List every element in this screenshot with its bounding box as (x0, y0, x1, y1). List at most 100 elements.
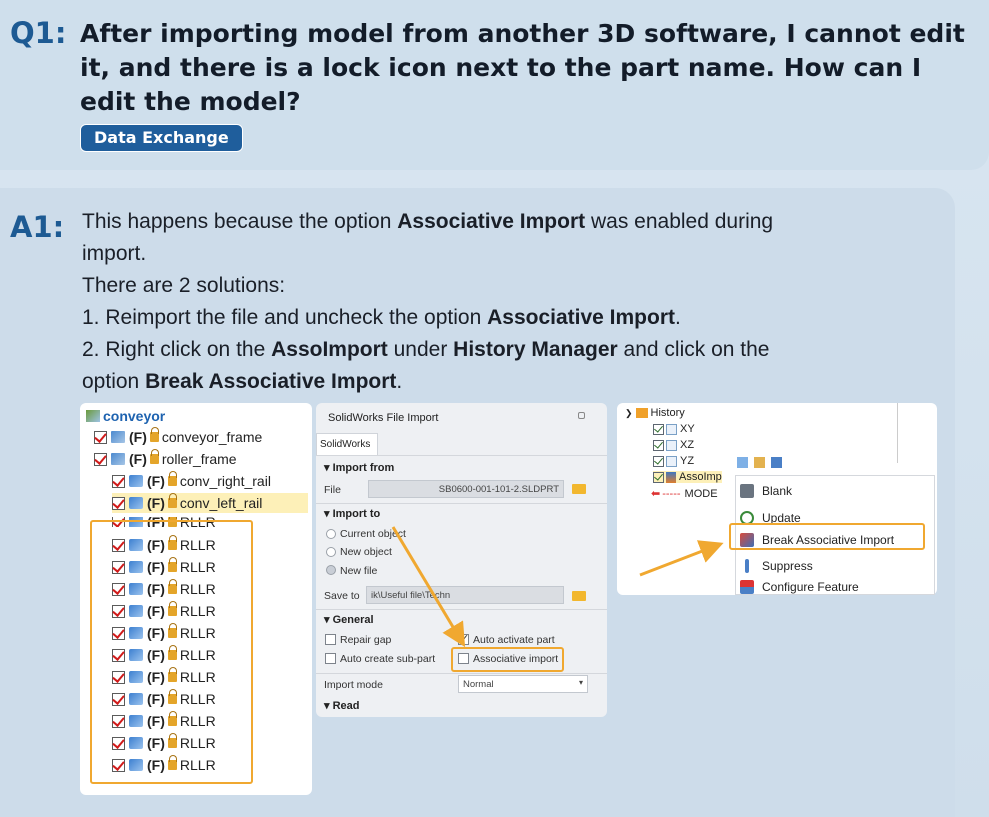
tree-item-label: conveyor_frame (161, 429, 263, 445)
file-field[interactable]: SB0600-001-101-2.SLDPRT (368, 480, 564, 498)
dialog-title: SolidWorks File Import (328, 412, 439, 424)
part-icon (129, 475, 143, 487)
checkbox-icon[interactable] (94, 452, 107, 466)
checkbox-icon[interactable] (94, 430, 107, 444)
section-read[interactable]: ▾ Read (324, 699, 359, 712)
menu-item-blank[interactable]: Blank (740, 484, 792, 498)
file-import-dialog: SolidWorks File Import SolidWorks ▾ Impo… (316, 403, 607, 717)
save-to-field[interactable]: ik\Useful file\Techn (366, 586, 564, 604)
radio-new-file[interactable] (326, 565, 336, 575)
question-label: Q1: (10, 16, 67, 50)
checkbox-auto-create-sub-part[interactable] (325, 653, 336, 664)
part-icon (129, 497, 143, 509)
import-mode-label: Import mode (324, 679, 383, 691)
toolbar-icons[interactable] (737, 457, 797, 473)
tree-item[interactable]: (F) conv_right_rail (112, 471, 271, 491)
configure-icon (740, 580, 754, 594)
checkbox-label: Auto activate part (473, 634, 555, 646)
checkbox-repair-gap[interactable] (325, 634, 336, 645)
divider (316, 673, 607, 674)
suppress-icon (745, 559, 749, 573)
radio-new-object[interactable] (326, 547, 336, 557)
answer-bold: Associative Import (397, 210, 586, 233)
flag-label: (F) (129, 429, 147, 445)
section-import-from[interactable]: ▾ Import from (324, 461, 394, 474)
tree-item-selected[interactable]: (F) conv_left_rail (112, 493, 308, 513)
history-root[interactable]: ❯ History (625, 407, 685, 419)
radio-label: Current object (340, 528, 406, 540)
answer-label: A1: (10, 210, 65, 244)
tool-icon[interactable] (754, 457, 765, 468)
plane-label: YZ (680, 455, 695, 467)
history-item-mode[interactable]: ⬅ ----- MODE (651, 487, 718, 501)
radio-label: New file (340, 565, 378, 577)
answer-text: was enabled during (585, 210, 774, 233)
dashed-line: ----- (662, 487, 681, 500)
plane-icon (666, 455, 677, 467)
history-item-plane[interactable]: YZ (653, 455, 694, 467)
select-value: Normal (463, 679, 494, 690)
tree-root[interactable]: conveyor (86, 408, 165, 424)
chevron-down-icon: ▾ (578, 678, 583, 687)
file-label: File (324, 484, 341, 496)
tab-solidworks[interactable]: SolidWorks (316, 433, 378, 455)
blank-icon (740, 484, 754, 498)
category-tag[interactable]: Data Exchange (80, 124, 243, 152)
checkbox-auto-activate[interactable]: ✓ (458, 633, 469, 645)
plane-icon (666, 423, 677, 435)
tree-root-label: conveyor (103, 408, 166, 424)
answer-line-1: This happens because the option Associat… (82, 210, 773, 234)
section-label: General (332, 614, 374, 626)
answer-bold: History Manager (453, 338, 618, 361)
answer-line-5: 2. Right click on the AssoImport under H… (82, 338, 769, 362)
answer-bold: Associative Import (487, 306, 675, 329)
tree-item-label: roller_frame (161, 451, 237, 467)
edit-icon[interactable] (737, 457, 748, 468)
tree-item[interactable]: (F) roller_frame (94, 449, 237, 469)
answer-text: under (387, 338, 454, 361)
history-folder-icon (635, 408, 648, 418)
flag-label: (F) (147, 495, 165, 511)
tree-item[interactable]: (F) conveyor_frame (94, 427, 262, 447)
answer-line-2: import. (82, 242, 147, 265)
answer-text: 2. Right click on the (82, 338, 272, 361)
answer-text: and click on the (617, 338, 770, 361)
tree-item-label: conv_left_rail (179, 495, 263, 511)
folder-icon[interactable] (572, 484, 586, 494)
checkbox-icon[interactable] (653, 439, 664, 451)
answer-line-4: 1. Reimport the file and uncheck the opt… (82, 306, 681, 330)
checkbox-icon[interactable] (112, 474, 125, 488)
answer-text: This happens because the option (82, 210, 398, 233)
highlight-box (729, 523, 925, 550)
menu-item-configure-feature[interactable]: Configure Feature (740, 580, 859, 594)
flag-label: (F) (129, 451, 147, 467)
section-label: Import from (332, 462, 395, 474)
section-general[interactable]: ▾ General (324, 613, 374, 626)
answer-line-3: There are 2 solutions: (82, 274, 286, 297)
plane-label: XY (680, 423, 695, 435)
answer-text: . (675, 306, 681, 329)
arrow-left-icon: ⬅ (651, 488, 661, 500)
history-item-plane[interactable]: XY (653, 423, 695, 435)
folder-icon[interactable] (572, 591, 586, 601)
history-item-plane[interactable]: XZ (653, 439, 694, 451)
import-mode-select[interactable]: Normal ▾ (458, 675, 588, 693)
answer-text: option (82, 370, 146, 393)
checkbox-icon[interactable] (653, 455, 664, 467)
highlight-box (451, 647, 564, 672)
menu-item-suppress[interactable]: Suppress (740, 559, 813, 573)
asso-import-icon (666, 471, 676, 483)
history-item-assoimport[interactable]: AssoImp (653, 471, 722, 483)
section-label: Import to (332, 508, 381, 520)
lock-icon (167, 493, 178, 508)
pin-icon[interactable] (578, 412, 585, 419)
section-import-to[interactable]: ▾ Import to (324, 507, 380, 520)
radio-current-object[interactable] (326, 529, 336, 539)
checkbox-icon[interactable] (112, 496, 125, 510)
feature-tree-screenshot: conveyor (F) conveyor_frame (F) roller_f… (80, 403, 312, 795)
section-label: Read (332, 700, 360, 712)
checkbox-icon[interactable] (653, 471, 664, 483)
checkbox-icon[interactable] (653, 423, 664, 435)
grid-icon[interactable] (771, 457, 782, 468)
highlight-box (90, 520, 253, 784)
